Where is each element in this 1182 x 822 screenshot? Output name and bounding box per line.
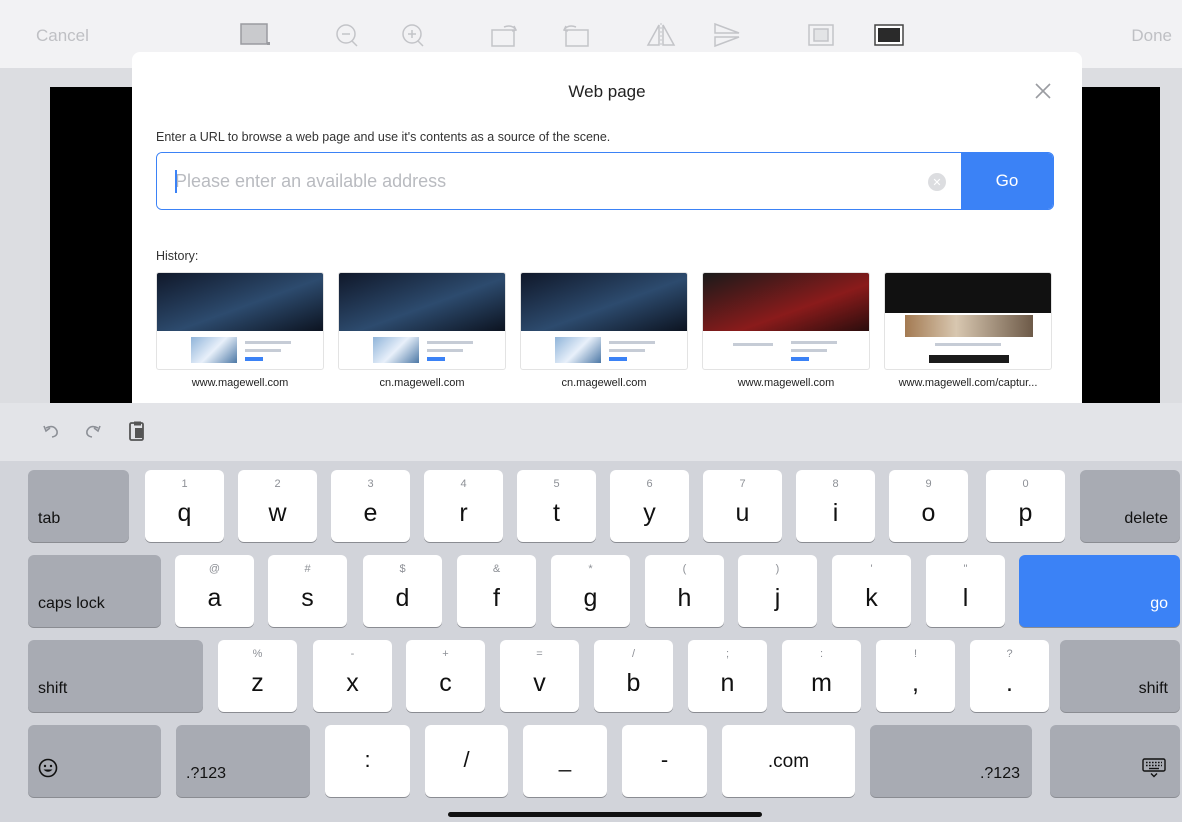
close-icon[interactable] <box>1032 80 1054 102</box>
key-i[interactable]: 8i <box>796 470 875 542</box>
key-period[interactable]: ?. <box>970 640 1049 712</box>
delete-key[interactable]: delete <box>1080 470 1180 542</box>
history-item[interactable]: cn.magewell.com <box>520 272 688 392</box>
zoom-out-icon[interactable] <box>332 22 362 48</box>
history-thumbnail <box>702 272 870 370</box>
numbers-left-key[interactable]: .?123 <box>176 725 310 797</box>
key-d[interactable]: $ d <box>363 555 442 627</box>
history-thumbnail <box>884 272 1052 370</box>
key-m[interactable]: :m <box>782 640 861 712</box>
go-key[interactable]: go <box>1019 555 1180 627</box>
crop-icon[interactable] <box>806 22 836 48</box>
key-p[interactable]: 0p <box>986 470 1065 542</box>
dialog-description: Enter a URL to browse a web page and use… <box>156 130 611 144</box>
key-x[interactable]: -x <box>313 640 392 712</box>
history-caption: cn.magewell.com <box>561 377 647 389</box>
history-item[interactable]: www.magewell.com/captur... <box>884 272 1052 392</box>
flip-horizontal-icon[interactable] <box>646 22 676 48</box>
key-g[interactable]: * g <box>551 555 630 627</box>
redo-icon[interactable] <box>82 420 104 442</box>
go-button[interactable]: Go <box>961 153 1053 209</box>
key-c[interactable]: + c <box>406 640 485 712</box>
key-comma[interactable]: !, <box>876 640 955 712</box>
key-f[interactable]: & f <box>457 555 536 627</box>
history-item[interactable]: www.magewell.com <box>702 272 870 392</box>
key-b[interactable]: / b <box>594 640 673 712</box>
key-s[interactable]: # s <box>268 555 347 627</box>
undo-icon[interactable] <box>40 420 62 442</box>
tab-key[interactable]: tab <box>28 470 129 542</box>
key-t[interactable]: 5t <box>517 470 596 542</box>
rotate-left-icon[interactable] <box>560 22 590 48</box>
paste-icon[interactable] <box>126 420 148 442</box>
key-h[interactable]: (h <box>645 555 724 627</box>
history-caption: www.magewell.com <box>737 377 835 389</box>
key-z[interactable]: % z <box>218 640 297 712</box>
history-caption: cn.magewell.com <box>379 377 465 389</box>
shift-right-key[interactable]: shift <box>1060 640 1180 712</box>
zoom-in-icon[interactable] <box>398 22 428 48</box>
history-label: History: <box>156 249 199 263</box>
key-j[interactable]: ) j <box>738 555 817 627</box>
rotate-right-icon[interactable] <box>490 22 520 48</box>
key-underscore[interactable]: _ <box>523 725 607 797</box>
key-e[interactable]: 3e <box>331 470 410 542</box>
text-caret <box>175 170 177 193</box>
key-colon[interactable]: : <box>325 725 410 797</box>
key-l[interactable]: " l <box>926 555 1005 627</box>
url-field: ✕ Go <box>156 152 1054 210</box>
numbers-right-key[interactable]: .?123 <box>870 725 1032 797</box>
key-w[interactable]: 2w <box>238 470 317 542</box>
keyboard-toolbar <box>0 403 1182 461</box>
clear-icon[interactable]: ✕ <box>928 173 946 191</box>
history-caption: www.magewell.com/captur... <box>898 377 1038 389</box>
frame-icon[interactable] <box>240 22 270 48</box>
dialog-title: Web page <box>568 82 646 101</box>
history-item[interactable]: cn.magewell.com <box>338 272 506 392</box>
key-r[interactable]: 4r <box>424 470 503 542</box>
url-input[interactable] <box>157 153 961 209</box>
web-page-dialog: Web page Enter a URL to browse a web pag… <box>132 52 1082 407</box>
on-screen-keyboard: tab 1q 2w 3e 4r 5t 6y 7u 8i 9o 0p delete… <box>0 403 1182 822</box>
history-thumbnail <box>338 272 506 370</box>
key-q[interactable]: 1q <box>145 470 224 542</box>
history-thumbnail <box>156 272 324 370</box>
hide-keyboard-key[interactable] <box>1050 725 1180 797</box>
key-y[interactable]: 6y <box>610 470 689 542</box>
history-item[interactable]: www.magewell.com <box>156 272 324 392</box>
key-v[interactable]: = v <box>500 640 579 712</box>
cancel-button[interactable]: Cancel <box>36 26 89 46</box>
key-k[interactable]: ' k <box>832 555 911 627</box>
fill-icon[interactable] <box>874 22 904 48</box>
history-caption: www.magewell.com <box>191 377 289 389</box>
caps-lock-key[interactable]: caps lock <box>28 555 161 627</box>
key-dash[interactable]: - <box>622 725 707 797</box>
key-a[interactable]: @ a <box>175 555 254 627</box>
done-button[interactable]: Done <box>1131 26 1172 46</box>
key-u[interactable]: 7u <box>703 470 782 542</box>
history-list: www.magewell.com cn.magewell.com cn.mage… <box>156 272 1056 392</box>
key-n[interactable]: ; n <box>688 640 767 712</box>
shift-left-key[interactable]: shift <box>28 640 203 712</box>
flip-vertical-icon[interactable] <box>712 22 742 48</box>
key-slash[interactable]: / <box>425 725 508 797</box>
keyboard-hide-icon <box>1142 758 1166 783</box>
key-dotcom[interactable]: .com <box>722 725 855 797</box>
key-o[interactable]: 9o <box>889 470 968 542</box>
emoji-icon <box>38 758 58 783</box>
history-thumbnail <box>520 272 688 370</box>
home-indicator[interactable] <box>448 812 762 817</box>
emoji-key[interactable] <box>28 725 161 797</box>
